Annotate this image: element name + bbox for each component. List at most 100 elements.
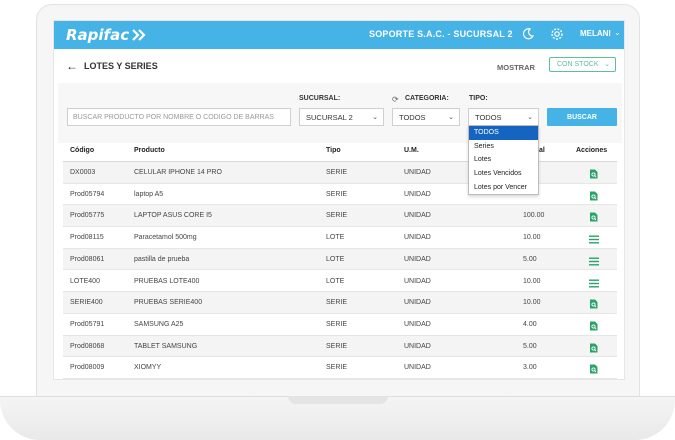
chevron-down-icon: ⌄ (372, 114, 378, 121)
cell-tipo: SERIE (326, 190, 348, 198)
cell-producto: LAPTOP ASUS CORE I5 (134, 212, 212, 220)
search-document-icon[interactable] (589, 166, 598, 184)
table-row: Prod05791 SAMSUNG A25 SERIE UNIDAD 4.00 (63, 314, 617, 336)
chevron-down-icon: ⌄ (527, 114, 533, 121)
search-document-icon[interactable] (589, 296, 598, 314)
cell-codigo: Prod05791 (70, 320, 105, 328)
cell-um: UNIDAD (404, 169, 431, 176)
categoria-select[interactable]: TODOS ⌄ (392, 108, 460, 126)
cell-stock: 5.00 (523, 342, 537, 350)
laptop-notch (288, 396, 388, 404)
table-row: Prod08061 pastilla de prueba LOTE UNIDAD 5.0… (63, 248, 617, 271)
col-acciones: Acciones (576, 147, 608, 154)
cell-codigo: Prod08068 (70, 342, 105, 350)
moon-icon[interactable] (522, 28, 534, 40)
tipo-option[interactable]: Series (469, 140, 538, 154)
cell-tipo: LOTE (326, 277, 345, 285)
list-menu-icon[interactable] (589, 275, 599, 293)
cell-um: UNIDAD (404, 190, 431, 198)
table-row: Prod08115 Paracetamol 500mg LOTE UNIDAD 10.0… (63, 227, 617, 249)
cell-codigo: Prod05775 (70, 212, 105, 220)
cell-producto: pastilla de prueba (134, 255, 190, 263)
cell-tipo: SERIE (326, 342, 348, 350)
cell-stock: 3.00 (523, 364, 537, 372)
list-menu-icon[interactable] (589, 231, 599, 249)
cell-codigo: DX0003 (70, 169, 96, 176)
col-tipo[interactable]: Tipo (326, 147, 341, 154)
cell-codigo: Prod05794 (70, 190, 105, 198)
categoria-label: CATEGORIA: (405, 95, 449, 102)
cell-um: UNIDAD (404, 364, 431, 372)
cell-um: UNIDAD (404, 299, 431, 307)
cell-stock: 10.00 (523, 234, 541, 242)
table-row: Prod08068 TABLET SAMSUNG SERIE UNIDAD 5.00 (63, 335, 617, 358)
search-document-icon[interactable] (589, 340, 598, 358)
gear-icon[interactable] (550, 27, 564, 41)
table-row: SERIE400 PRUEBAS SERIE400 SERIE UNIDAD 10.00 (63, 292, 617, 314)
chevron-down-icon[interactable]: ⌄ (614, 28, 621, 37)
sucursal-label: SUCURSAL: (299, 95, 341, 102)
cell-producto: PRUEBAS SERIE400 (134, 299, 203, 307)
col-um[interactable]: U.M. (404, 147, 419, 154)
search-document-icon[interactable] (589, 209, 598, 227)
chevron-down-icon: ⌄ (448, 114, 454, 121)
cell-codigo: SERIE400 (70, 299, 103, 307)
cell-tipo: LOTE (326, 255, 345, 263)
tipo-option[interactable]: TODOS (469, 126, 538, 140)
cell-um: UNIDAD (404, 255, 431, 263)
tipo-option[interactable]: Lotes (469, 153, 538, 167)
cell-um: UNIDAD (404, 277, 431, 285)
cell-tipo: SERIE (326, 212, 348, 220)
search-input[interactable]: BUSCAR PRODUCTO POR NOMBRE O CODIGO DE B… (67, 108, 291, 126)
back-arrow-icon[interactable]: ← (66, 59, 78, 73)
cell-stock: 100.00 (523, 212, 545, 220)
col-codigo[interactable]: Código (70, 147, 94, 154)
chevron-logo-icon (132, 29, 146, 41)
cell-producto: laptop A5 (134, 190, 164, 198)
list-menu-icon[interactable] (589, 253, 599, 271)
col-producto[interactable]: Producto (134, 147, 165, 154)
search-document-icon[interactable] (589, 318, 598, 336)
app-screen: Rapifac SOPORTE S.A.C. - SUCURSAL 2 MELA… (53, 20, 625, 380)
cell-tipo: SERIE (326, 169, 348, 176)
tipo-select[interactable]: TODOS ⌄ (468, 108, 539, 126)
cell-codigo: Prod08061 (70, 255, 105, 263)
chevron-down-icon: ⌄ (604, 61, 610, 68)
company-name[interactable]: SOPORTE S.A.C. - SUCURSAL 2 (369, 29, 513, 39)
buscar-button[interactable]: BUSCAR (547, 108, 617, 126)
cell-stock: 4.00 (523, 320, 537, 328)
cell-codigo: LOTE400 (70, 277, 100, 285)
search-document-icon[interactable] (589, 361, 598, 379)
cell-tipo: SERIE (326, 364, 348, 372)
cell-um: UNIDAD (404, 234, 431, 242)
cell-tipo: SERIE (326, 320, 348, 328)
col-stock[interactable]: al (539, 147, 545, 154)
cell-codigo: Prod08009 (70, 364, 105, 372)
cell-producto: SAMSUNG A25 (134, 320, 184, 328)
cell-producto: Paracetamol 500mg (134, 234, 197, 242)
search-document-icon[interactable] (589, 188, 598, 206)
cell-producto: CELULAR IPHONE 14 PRO (134, 169, 222, 176)
top-bar: Rapifac SOPORTE S.A.C. - SUCURSAL 2 MELA… (54, 21, 624, 49)
user-name[interactable]: MELANI (580, 29, 611, 38)
page-title: LOTES Y SERIES (84, 61, 158, 71)
table-row: Prod05775 LAPTOP ASUS CORE I5 SERIE UNIDAD 1… (63, 205, 617, 228)
brand-logo[interactable]: Rapifac (66, 26, 147, 44)
sucursal-select[interactable]: SUCURSAL 2 ⌄ (299, 108, 384, 126)
cell-tipo: LOTE (326, 234, 345, 242)
cell-stock: 10.00 (523, 299, 541, 307)
cell-um: UNIDAD (404, 342, 431, 350)
stock-filter-select[interactable]: CON STOCK ⌄ (549, 57, 616, 72)
tipo-dropdown-menu: TODOS Series Lotes Lotes Vencidos Lotes … (468, 125, 539, 195)
table-row: LOTE400 PRUEBAS LOTE400 LOTE UNIDAD 10.00 (63, 271, 617, 293)
mostrar-label: MOSTRAR (497, 63, 535, 72)
cell-producto: TABLET SAMSUNG (134, 342, 198, 350)
cell-codigo: Prod08115 (70, 234, 104, 242)
tipo-label: TIPO: (469, 95, 488, 102)
refresh-icon[interactable]: ⟳ (392, 95, 399, 104)
cell-stock: 5.00 (523, 255, 537, 263)
cell-stock: 10.00 (523, 277, 541, 285)
cell-um: UNIDAD (404, 320, 431, 328)
tipo-option[interactable]: Lotes por Vencer (469, 180, 538, 194)
tipo-option[interactable]: Lotes Vencidos (469, 167, 538, 181)
